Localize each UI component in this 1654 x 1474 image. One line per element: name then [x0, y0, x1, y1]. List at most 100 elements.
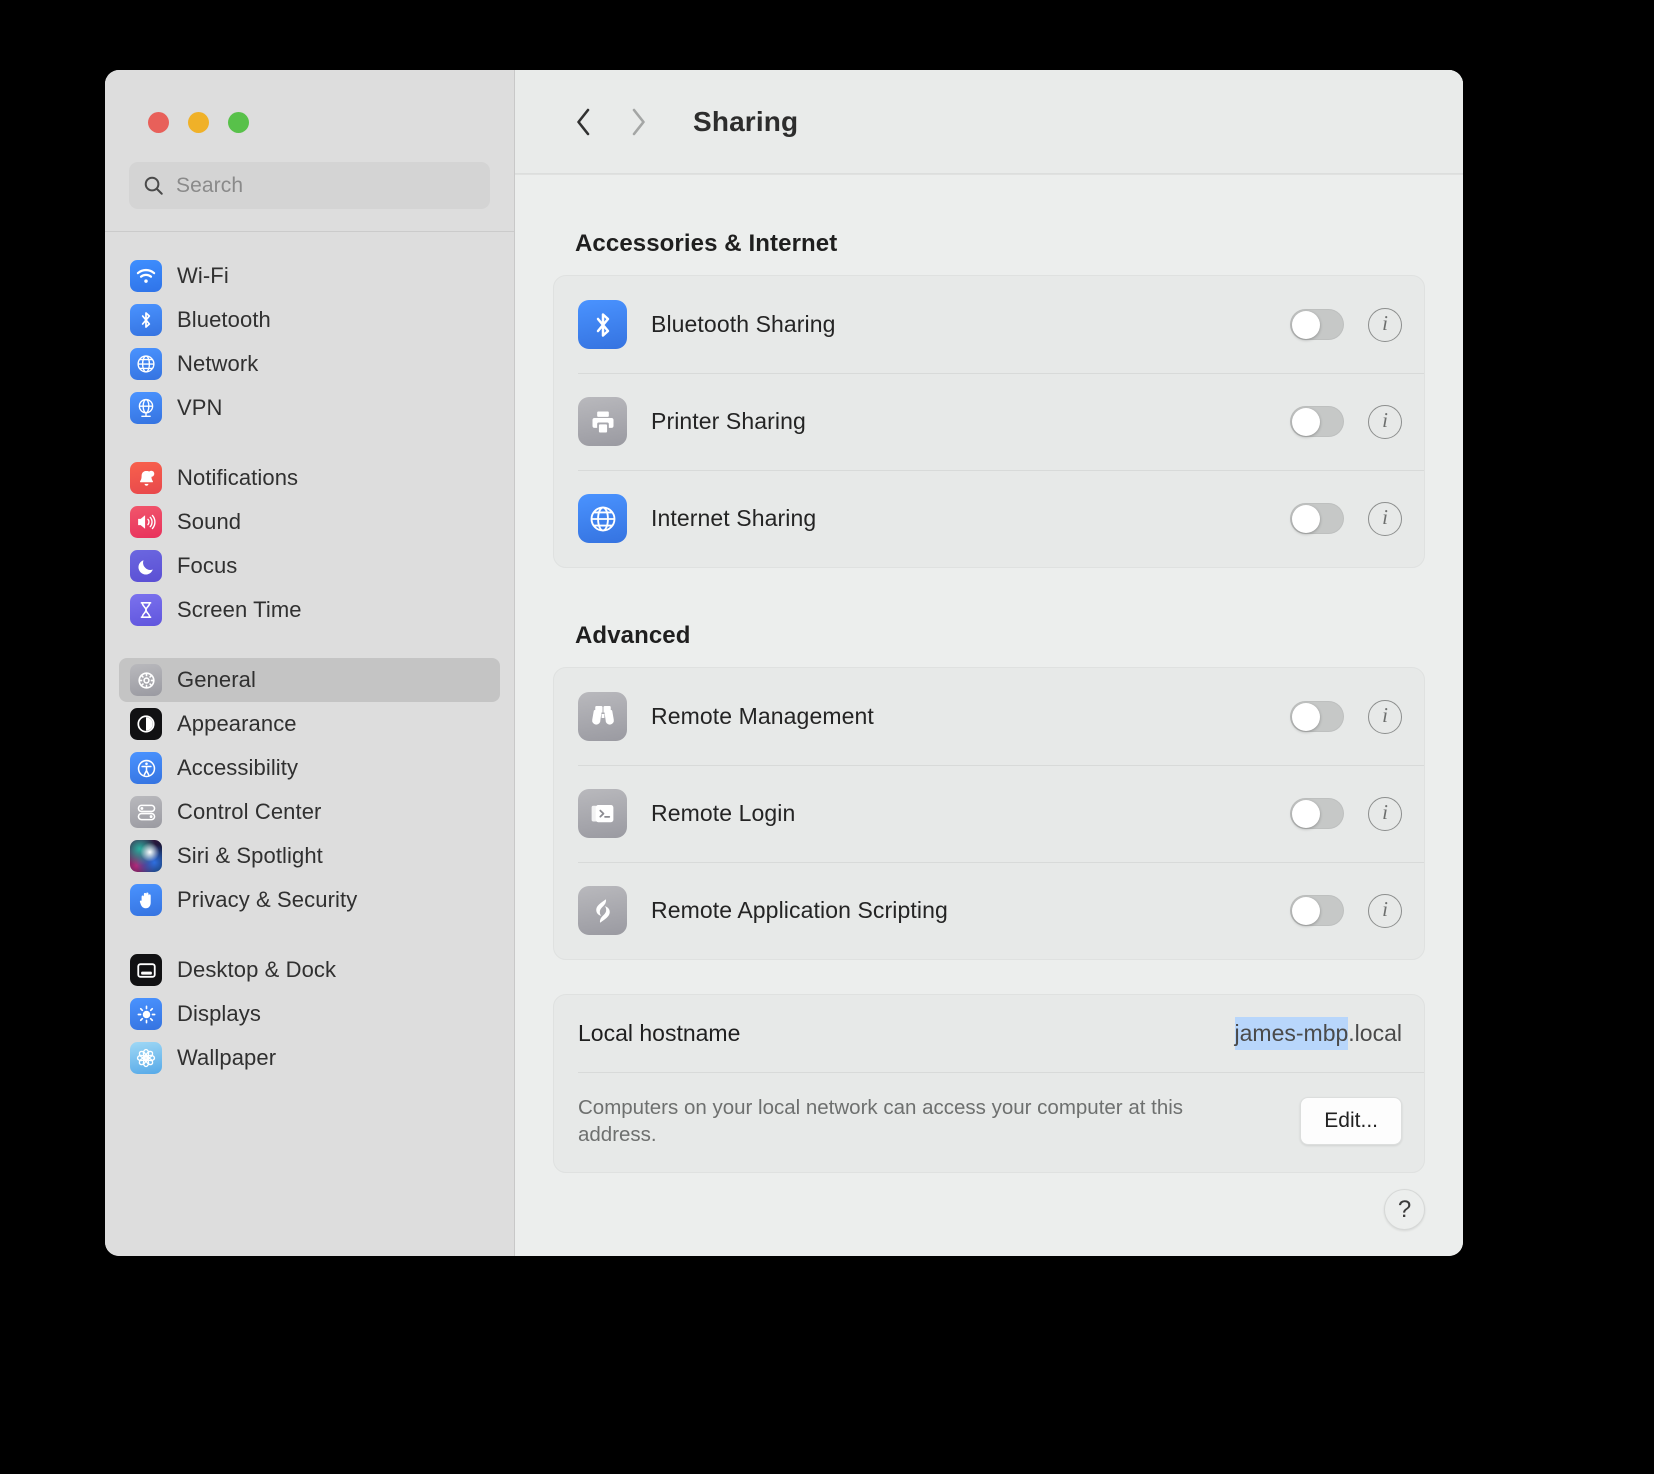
sidebar-group-system: Notifications Sound Focus Screen Time [119, 456, 500, 632]
row-remote-login[interactable]: Remote Login i [554, 765, 1424, 862]
accessibility-icon [130, 752, 162, 784]
sidebar-group-general: General Appearance Accessibility Control… [119, 658, 500, 922]
remote-management-toggle[interactable] [1290, 701, 1344, 732]
sidebar-item-label: Focus [177, 553, 238, 578]
local-hostname-selected-text: james-mbp [1234, 1017, 1349, 1050]
remote-application-scripting-toggle[interactable] [1290, 895, 1344, 926]
local-hostname-label: Local hostname [578, 1020, 741, 1046]
row-controls: i [1290, 501, 1424, 536]
sidebar-item-wallpaper[interactable]: Wallpaper [119, 1036, 500, 1080]
internet-sharing-toggle[interactable] [1290, 503, 1344, 534]
row-internet-sharing[interactable]: Internet Sharing i [554, 470, 1424, 567]
row-bluetooth-sharing[interactable]: Bluetooth Sharing i [554, 276, 1424, 373]
sidebar-list[interactable]: Wi-Fi Bluetooth Network VPN Notification… [105, 232, 514, 1256]
gear-icon [130, 664, 162, 696]
terminal-icon [578, 789, 627, 838]
sidebar-item-wi-fi[interactable]: Wi-Fi [119, 254, 500, 298]
sidebar-item-bluetooth[interactable]: Bluetooth [119, 298, 500, 342]
minimize-button[interactable] [188, 112, 209, 133]
forward-button[interactable] [611, 95, 665, 149]
page-title: Sharing [693, 105, 799, 137]
sidebar-item-sound[interactable]: Sound [119, 500, 500, 544]
bluetooth-sharing-info-icon[interactable]: i [1368, 307, 1402, 342]
search-input[interactable]: Search [129, 162, 490, 209]
speaker-icon [130, 506, 162, 538]
wallpaper-icon [130, 1042, 162, 1074]
sidebar-item-vpn[interactable]: VPN [119, 386, 500, 430]
local-hostname-suffix: .local [1348, 1020, 1402, 1046]
hand-icon [130, 884, 162, 916]
sidebar-item-label: Accessibility [177, 755, 299, 780]
toolbar: Sharing [515, 70, 1463, 174]
search-placeholder: Search [176, 173, 244, 197]
sidebar-item-focus[interactable]: Focus [119, 544, 500, 588]
siri-icon [130, 840, 162, 872]
row-printer-sharing[interactable]: Printer Sharing i [554, 373, 1424, 470]
row-remote-application-scripting[interactable]: Remote Application Scripting i [554, 862, 1424, 959]
scroll-shadow [515, 174, 1463, 175]
row-controls: i [1290, 796, 1424, 831]
back-button[interactable] [557, 95, 611, 149]
row-remote-management[interactable]: Remote Management i [554, 668, 1424, 765]
sidebar-item-label: Siri & Spotlight [177, 843, 323, 868]
desktop-dock-icon [130, 954, 162, 986]
search-container: Search [105, 133, 514, 209]
hostname-description-row: Computers on your local network can acce… [554, 1073, 1424, 1172]
bell-icon [130, 462, 162, 494]
sidebar-item-label: Bluetooth [177, 307, 271, 332]
sidebar-item-network[interactable]: Network [119, 342, 500, 386]
moon-icon [130, 550, 162, 582]
edit-hostname-button[interactable]: Edit... [1300, 1097, 1402, 1146]
row-label: Printer Sharing [651, 408, 806, 434]
search-icon [142, 174, 165, 197]
sidebar-item-label: Sound [177, 509, 242, 534]
script-icon [578, 886, 627, 935]
sidebar-item-label: Desktop & Dock [177, 957, 337, 982]
row-label: Internet Sharing [651, 505, 817, 531]
local-hostname-value[interactable]: james-mbp.local [1234, 1017, 1402, 1050]
globe-icon [130, 348, 162, 380]
printer-icon [578, 397, 627, 446]
sidebar-item-screen-time[interactable]: Screen Time [119, 588, 500, 632]
remote-login-toggle[interactable] [1290, 798, 1344, 829]
window-controls [105, 70, 514, 133]
help-button[interactable]: ? [1384, 1189, 1425, 1230]
sidebar-item-label: Wi-Fi [177, 263, 229, 288]
bluetooth-icon [578, 300, 627, 349]
sidebar-item-label: Wallpaper [177, 1045, 277, 1070]
sidebar-item-desktop-dock[interactable]: Desktop & Dock [119, 948, 500, 992]
sidebar-item-privacy-security[interactable]: Privacy & Security [119, 878, 500, 922]
appearance-icon [130, 708, 162, 740]
sidebar-item-label: Control Center [177, 799, 322, 824]
remote-management-info-icon[interactable]: i [1368, 699, 1402, 734]
row-label: Remote Management [651, 703, 874, 729]
row-controls: i [1290, 699, 1424, 734]
sidebar-item-label: VPN [177, 395, 223, 420]
sidebar-item-label: General [177, 667, 256, 692]
sidebar-item-label: Screen Time [177, 597, 302, 622]
close-button[interactable] [148, 112, 169, 133]
printer-sharing-info-icon[interactable]: i [1368, 404, 1402, 439]
remote-login-info-icon[interactable]: i [1368, 796, 1402, 831]
remote-application-scripting-info-icon[interactable]: i [1368, 893, 1402, 928]
settings-content[interactable]: Accessories & Internet Bluetooth Sharing… [515, 174, 1463, 1256]
sidebar-item-general[interactable]: General [119, 658, 500, 702]
sidebar-item-notifications[interactable]: Notifications [119, 456, 500, 500]
sidebar-item-control-center[interactable]: Control Center [119, 790, 500, 834]
sidebar-item-displays[interactable]: Displays [119, 992, 500, 1036]
sidebar-item-label: Network [177, 351, 259, 376]
sidebar-group-network: Wi-Fi Bluetooth Network VPN [119, 254, 500, 430]
sidebar-item-appearance[interactable]: Appearance [119, 702, 500, 746]
sidebar-item-siri-spotlight[interactable]: Siri & Spotlight [119, 834, 500, 878]
bluetooth-sharing-toggle[interactable] [1290, 309, 1344, 340]
local-hostname-row: Local hostname james-mbp.local [554, 995, 1424, 1072]
sidebar-item-label: Appearance [177, 711, 297, 736]
section-heading-advanced: Advanced [575, 622, 691, 649]
sidebar-item-accessibility[interactable]: Accessibility [119, 746, 500, 790]
brightness-icon [130, 998, 162, 1030]
internet-sharing-info-icon[interactable]: i [1368, 501, 1402, 536]
chevron-left-icon [571, 105, 597, 139]
printer-sharing-toggle[interactable] [1290, 406, 1344, 437]
advanced-card: Remote Management i Remote Login i Remot… [553, 667, 1425, 960]
maximize-button[interactable] [228, 112, 249, 133]
